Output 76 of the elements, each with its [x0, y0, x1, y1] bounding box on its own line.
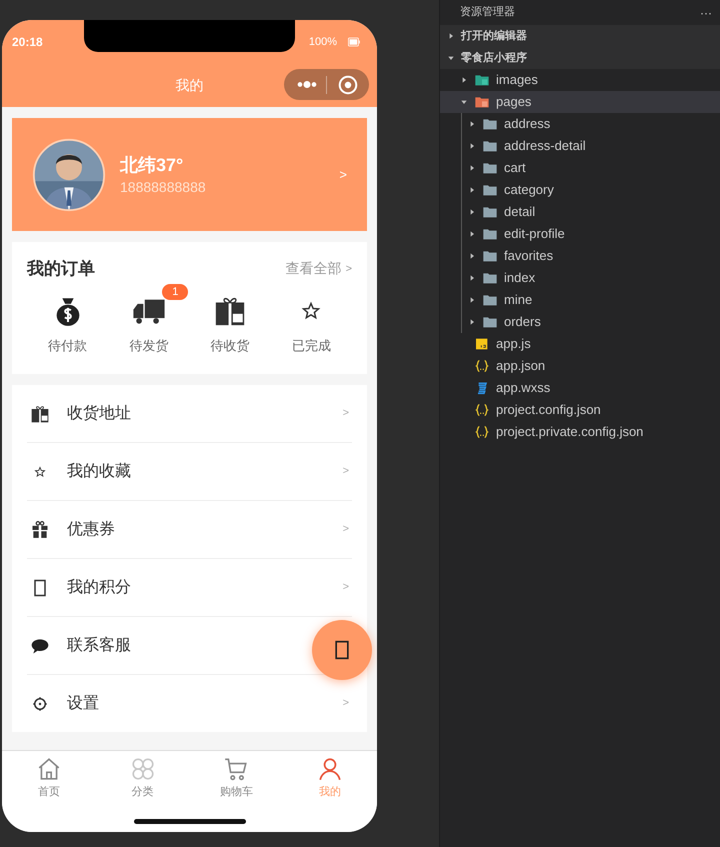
user-icon: [317, 756, 344, 782]
caret-right-icon: [468, 296, 476, 304]
caret-right-icon: [447, 32, 455, 40]
caret-down-icon: [447, 54, 455, 62]
tab-item[interactable]: 分类: [96, 756, 190, 802]
file-tree-item[interactable]: address-detail: [440, 135, 720, 157]
caret-down-icon: [460, 98, 468, 106]
order-status-button[interactable]: 待付款: [27, 282, 108, 355]
menu-item[interactable]: 优惠券 >: [27, 501, 352, 558]
cart-icon: [223, 756, 250, 782]
file-tree-item[interactable]: cart: [440, 157, 720, 179]
braces-icon: [474, 358, 490, 374]
count-badge: 1: [162, 284, 188, 300]
menu-item[interactable]: 收货地址 >: [27, 385, 352, 442]
file-tree-item[interactable]: orders: [440, 311, 720, 333]
file-tree-item[interactable]: project.private.config.json: [440, 421, 720, 443]
user-phone: 18888888888: [120, 178, 207, 196]
caret-right-icon: [468, 142, 476, 150]
file-tree-item[interactable]: favorites: [440, 245, 720, 267]
caret-right-icon: [468, 164, 476, 172]
file-tree-item[interactable]: mine: [440, 289, 720, 311]
battery-percent: 100%: [308, 34, 337, 50]
chevron-text: >: [339, 166, 347, 184]
capsule-button[interactable]: [284, 69, 369, 100]
file-tree-item[interactable]: pages: [440, 91, 720, 113]
braces-icon: [474, 402, 490, 418]
caret-right-icon: [468, 186, 476, 194]
gift-icon: [30, 520, 50, 540]
chevron-text: >: [342, 696, 349, 712]
caret-right-icon: [468, 120, 476, 128]
order-status-button[interactable]: 已完成: [270, 282, 352, 355]
gift-box-icon: [30, 404, 50, 424]
settings-icon: [31, 694, 49, 712]
file-tree-item[interactable]: edit-profile: [440, 223, 720, 245]
file-tree-item[interactable]: category: [440, 179, 720, 201]
star-icon: [34, 466, 46, 478]
menu-item[interactable]: 联系客服: [27, 617, 297, 674]
more-icon: [297, 81, 317, 88]
tab-item[interactable]: 购物车: [190, 756, 284, 802]
menu-item[interactable]: 设置 >: [27, 675, 352, 732]
file-tree-item[interactable]: app.json: [440, 355, 720, 377]
user-name: 北纬37°: [120, 154, 184, 176]
caret-right-icon: [468, 318, 476, 326]
section-header[interactable]: 打开的编辑器: [440, 25, 720, 47]
status-time: 20:18: [12, 34, 43, 51]
chevron-text: >: [342, 464, 349, 480]
target-icon: [337, 74, 359, 96]
file-tree-item[interactable]: app.wxss: [440, 377, 720, 399]
caret-right-icon: [468, 230, 476, 238]
caret-right-icon: [460, 76, 468, 84]
caret-right-icon: [468, 252, 476, 260]
section-header[interactable]: 零食店小程序: [440, 47, 720, 69]
menu-item[interactable]: 我的积分 >: [27, 559, 352, 616]
section-title: 我的订单: [27, 258, 95, 280]
star-icon: [301, 300, 322, 320]
file-tree-item[interactable]: app.js: [440, 333, 720, 355]
caret-right-icon: [468, 208, 476, 216]
chevron-text: >: [342, 406, 349, 422]
js-file-icon: [474, 336, 490, 352]
tab-item[interactable]: 首页: [2, 756, 96, 802]
file-tree-item[interactable]: address: [440, 113, 720, 135]
more-icon[interactable]: ···: [700, 4, 712, 22]
file-tree-item[interactable]: images: [440, 69, 720, 91]
order-status-button[interactable]: 待发货 1: [108, 282, 190, 355]
file-tree-item[interactable]: index: [440, 267, 720, 289]
chevron-text: >: [342, 522, 349, 538]
menu-item[interactable]: 我的收藏 >: [27, 443, 352, 500]
clover-icon: [130, 756, 156, 782]
nav-title: 我的: [176, 76, 204, 95]
chevron-text: >: [342, 580, 349, 596]
panel-title: 资源管理器: [460, 5, 515, 20]
file-tree-item[interactable]: detail: [440, 201, 720, 223]
braces-icon: [474, 424, 490, 440]
caret-right-icon: [468, 274, 476, 282]
file-tree-item[interactable]: project.config.json: [440, 399, 720, 421]
order-status-button[interactable]: 待收货: [190, 282, 271, 355]
